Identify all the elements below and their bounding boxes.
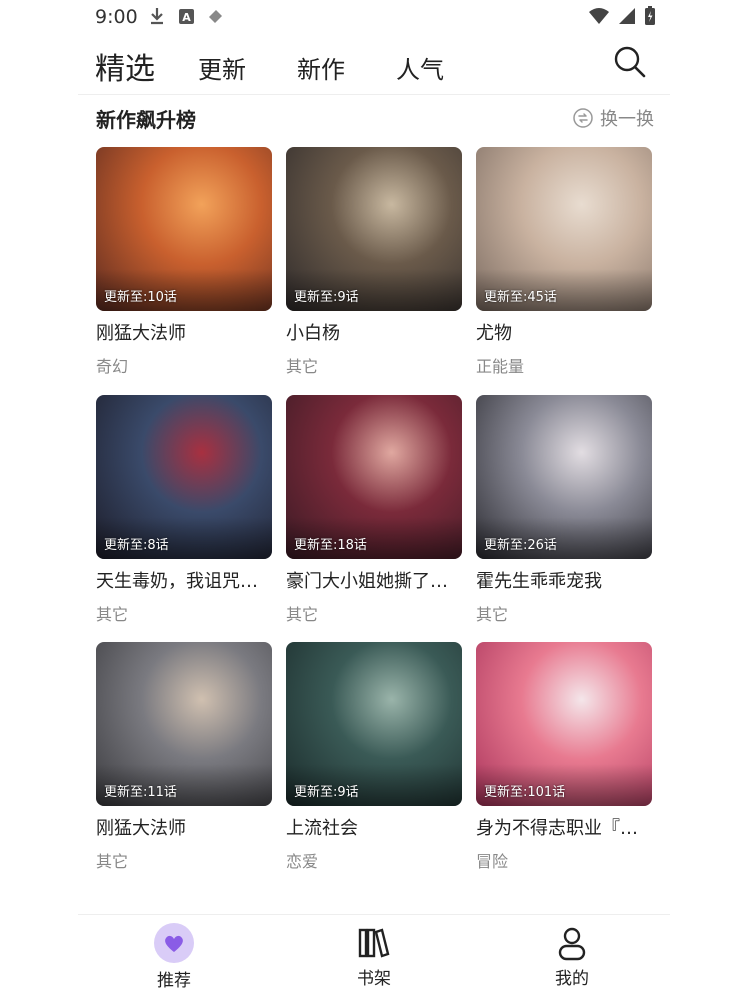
status-time: 9:00 xyxy=(95,6,138,28)
heart-icon xyxy=(154,923,194,963)
comic-title: 身为不得志职业『锻... xyxy=(476,818,652,839)
comic-title: 尤物 xyxy=(476,323,512,344)
comic-cover: 更新至:8话 xyxy=(96,395,272,559)
episode-badge: 更新至:8话 xyxy=(104,538,169,553)
tab-new[interactable]: 新作 xyxy=(297,50,345,85)
refresh-label: 换一换 xyxy=(600,109,654,130)
person-icon xyxy=(558,927,586,961)
nav-label: 推荐 xyxy=(157,971,191,991)
section-title: 新作飙升榜 xyxy=(96,108,196,132)
comic-card[interactable]: 更新至:9话 上流社会 恋爱 xyxy=(286,642,462,872)
tag-icon xyxy=(209,10,222,23)
comic-card[interactable]: 更新至:8话 天生毒奶，我诅咒了... 其它 xyxy=(96,395,272,625)
text-a-icon: A xyxy=(179,9,194,24)
comic-genre: 冒险 xyxy=(476,852,509,871)
battery-icon xyxy=(645,6,655,25)
episode-badge: 更新至:9话 xyxy=(294,290,359,305)
episode-badge: 更新至:101话 xyxy=(484,785,566,800)
comic-title: 天生毒奶，我诅咒了... xyxy=(96,571,272,592)
comic-card[interactable]: 更新至:101话 身为不得志职业『锻... 冒险 xyxy=(476,642,652,872)
comic-genre: 其它 xyxy=(286,605,319,624)
tab-updates[interactable]: 更新 xyxy=(198,50,246,85)
comic-genre: 奇幻 xyxy=(96,357,129,376)
search-icon[interactable] xyxy=(612,44,648,80)
header-divider xyxy=(78,94,670,95)
comic-cover: 更新至:9话 xyxy=(286,147,462,311)
wifi-icon xyxy=(589,8,609,24)
status-bar: 9:00 A xyxy=(0,0,748,36)
comic-cover: 更新至:26话 xyxy=(476,395,652,559)
comic-cover: 更新至:10话 xyxy=(96,147,272,311)
comic-title: 上流社会 xyxy=(286,818,358,839)
episode-badge: 更新至:9话 xyxy=(294,785,359,800)
comic-card[interactable]: 更新至:11话 刚猛大法师 其它 xyxy=(96,642,272,872)
svg-text:A: A xyxy=(182,11,191,24)
tab-popular[interactable]: 人气 xyxy=(396,50,444,85)
comic-title: 霍先生乖乖宠我 xyxy=(476,571,602,592)
signal-icon xyxy=(619,8,635,24)
comic-cover: 更新至:18话 xyxy=(286,395,462,559)
comic-title: 小白杨 xyxy=(286,323,340,344)
refresh-button[interactable]: 换一换 xyxy=(572,105,654,131)
comic-cover: 更新至:101话 xyxy=(476,642,652,806)
comic-genre: 正能量 xyxy=(476,357,525,376)
comic-title: 豪门大小姐她撕了白... xyxy=(286,571,462,592)
comic-card[interactable]: 更新至:45话 尤物 正能量 xyxy=(476,147,652,377)
comic-genre: 其它 xyxy=(96,605,129,624)
comic-genre: 其它 xyxy=(96,852,129,871)
comic-title: 刚猛大法师 xyxy=(96,323,186,344)
comic-genre: 其它 xyxy=(476,605,509,624)
episode-badge: 更新至:45话 xyxy=(484,290,557,305)
comic-cover: 更新至:11话 xyxy=(96,642,272,806)
refresh-icon xyxy=(573,108,593,128)
episode-badge: 更新至:11话 xyxy=(104,785,177,800)
download-icon xyxy=(151,8,163,25)
episode-badge: 更新至:26话 xyxy=(484,538,557,553)
nav-label: 我的 xyxy=(555,969,589,989)
comic-genre: 其它 xyxy=(286,357,319,376)
comic-card[interactable]: 更新至:10话 刚猛大法师 奇幻 xyxy=(96,147,272,377)
comic-card[interactable]: 更新至:18话 豪门大小姐她撕了白... 其它 xyxy=(286,395,462,625)
comic-card[interactable]: 更新至:9话 小白杨 其它 xyxy=(286,147,462,377)
comic-card[interactable]: 更新至:26话 霍先生乖乖宠我 其它 xyxy=(476,395,652,625)
nav-bookshelf[interactable]: 书架 xyxy=(324,926,424,989)
bookshelf-icon xyxy=(358,928,390,958)
comic-cover: 更新至:9话 xyxy=(286,642,462,806)
nav-label: 书架 xyxy=(357,969,391,989)
nav-profile[interactable]: 我的 xyxy=(522,926,622,989)
episode-badge: 更新至:10话 xyxy=(104,290,177,305)
episode-badge: 更新至:18话 xyxy=(294,538,367,553)
nav-recommend[interactable]: 推荐 xyxy=(124,922,224,991)
bottom-nav-divider xyxy=(78,914,670,915)
tab-featured[interactable]: 精选 xyxy=(95,44,155,88)
comic-genre: 恋爱 xyxy=(286,852,319,871)
comic-title: 刚猛大法师 xyxy=(96,818,186,839)
comic-cover: 更新至:45话 xyxy=(476,147,652,311)
